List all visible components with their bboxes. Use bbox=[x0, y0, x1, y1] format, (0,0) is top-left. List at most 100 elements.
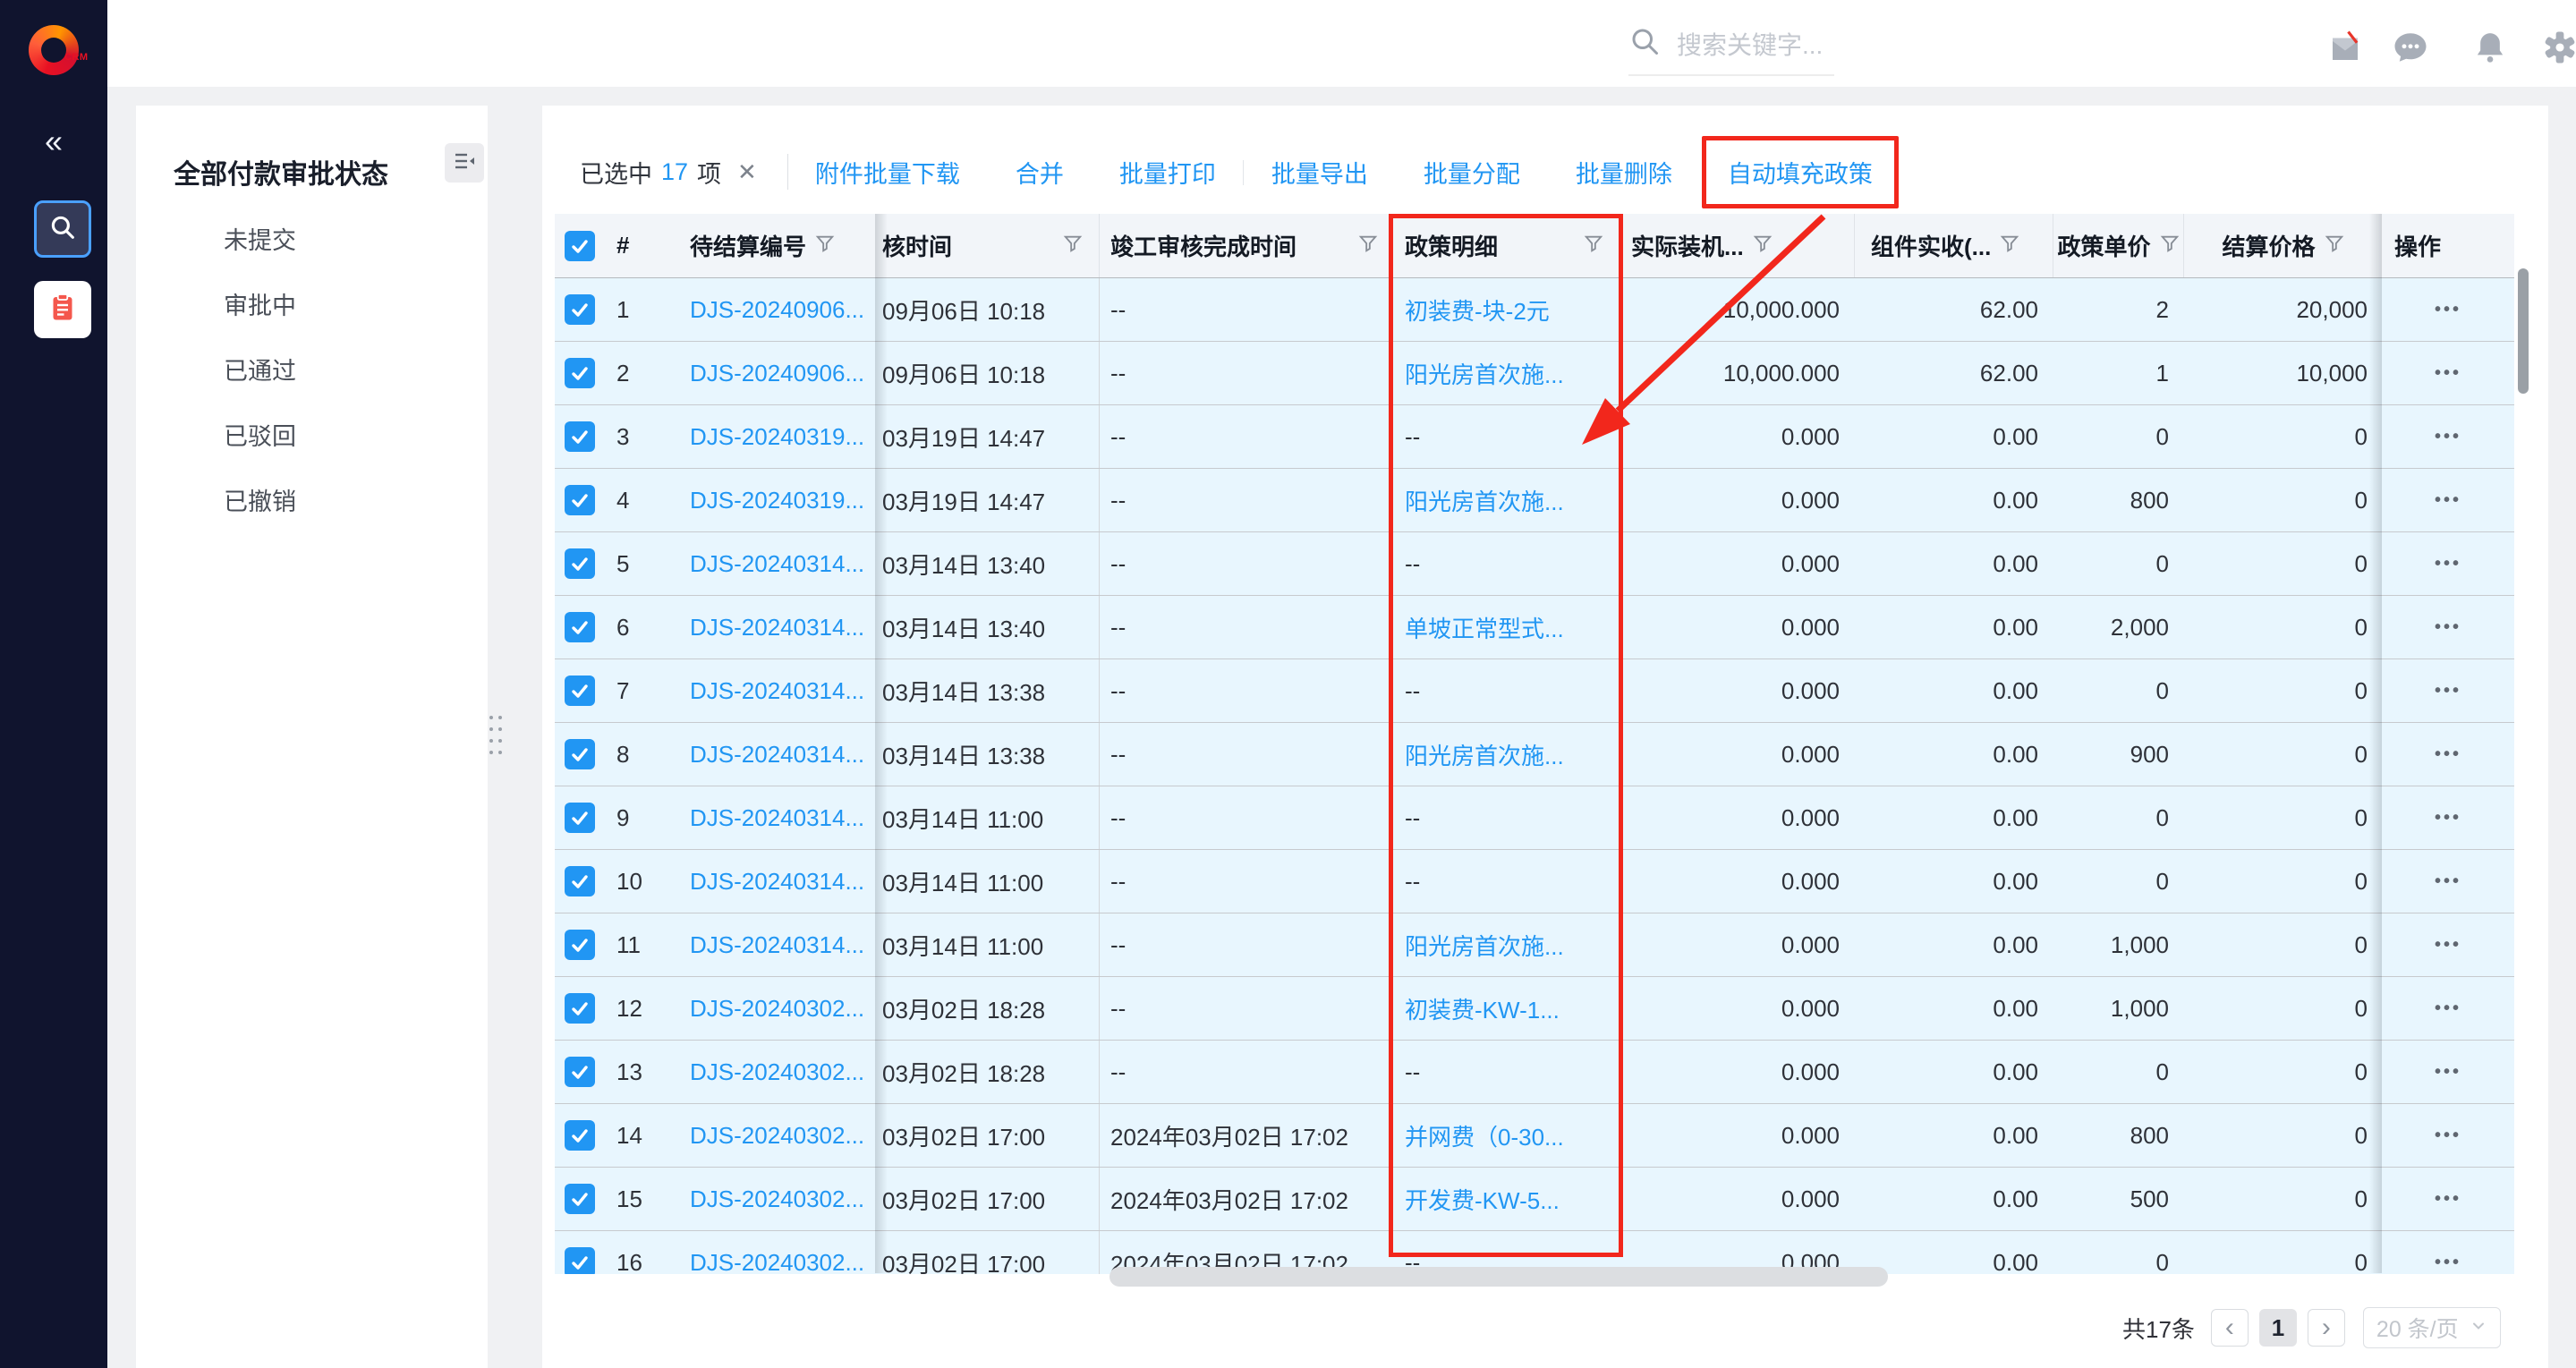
row-actions-button[interactable]: ••• bbox=[2435, 681, 2461, 701]
row-actions-button[interactable]: ••• bbox=[2435, 300, 2461, 320]
filter-icon[interactable] bbox=[2000, 232, 2019, 259]
filter-icon[interactable] bbox=[2160, 232, 2180, 259]
row-actions-button[interactable]: ••• bbox=[2435, 1253, 2461, 1273]
page-size-select[interactable]: 20 条/页 bbox=[2363, 1307, 2501, 1348]
row-actions-button[interactable]: ••• bbox=[2435, 490, 2461, 511]
row-checkbox[interactable] bbox=[565, 1247, 595, 1274]
messages-icon[interactable] bbox=[2390, 27, 2431, 68]
row-checkbox[interactable] bbox=[565, 294, 595, 325]
filter-icon[interactable] bbox=[1358, 232, 1378, 259]
header-module-received[interactable]: 组件实收(... bbox=[1854, 214, 2053, 277]
header-policy-unit-price[interactable]: 政策单价 bbox=[2053, 214, 2183, 277]
settlement-no-link[interactable]: DJS-20240302... bbox=[690, 1122, 864, 1150]
row-actions-button[interactable]: ••• bbox=[2435, 808, 2461, 828]
toolbar-action-button[interactable]: 批量打印 bbox=[1119, 155, 1216, 190]
policy-detail-link[interactable]: 单坡正常型式... bbox=[1405, 611, 1564, 644]
settlement-no-link[interactable]: DJS-20240314... bbox=[690, 614, 864, 642]
settlement-no-link[interactable]: DJS-20240319... bbox=[690, 423, 864, 451]
toolbar-action-button[interactable]: 批量导出 bbox=[1271, 155, 1368, 190]
prev-page-button[interactable]: ‹ bbox=[2211, 1309, 2249, 1347]
row-checkbox[interactable] bbox=[565, 930, 595, 960]
brand-logo-icon[interactable] bbox=[29, 25, 79, 75]
filter-icon[interactable] bbox=[1584, 232, 1603, 259]
row-actions-button[interactable]: ••• bbox=[2435, 871, 2461, 892]
row-actions-button[interactable]: ••• bbox=[2435, 554, 2461, 574]
horizontal-scrollbar[interactable] bbox=[1109, 1267, 1888, 1287]
sidebar-item-orders[interactable] bbox=[34, 281, 91, 338]
status-filter-item[interactable]: 已撤销 bbox=[224, 467, 296, 532]
next-page-button[interactable]: › bbox=[2308, 1309, 2345, 1347]
row-checkbox[interactable] bbox=[565, 421, 595, 452]
filter-icon[interactable] bbox=[1753, 232, 1773, 259]
settlement-no-link[interactable]: DJS-20240302... bbox=[690, 995, 864, 1023]
header-audit-time[interactable]: 核时间 bbox=[875, 214, 1099, 277]
row-checkbox[interactable] bbox=[565, 1057, 595, 1087]
panel-collapse-button[interactable] bbox=[445, 143, 484, 183]
row-actions-button[interactable]: ••• bbox=[2435, 998, 2461, 1019]
row-actions-button[interactable]: ••• bbox=[2435, 744, 2461, 765]
row-checkbox[interactable] bbox=[565, 993, 595, 1024]
settings-gear-icon[interactable] bbox=[2539, 27, 2576, 68]
row-actions-button[interactable]: ••• bbox=[2435, 617, 2461, 638]
settlement-no-link[interactable]: DJS-20240314... bbox=[690, 804, 864, 832]
settlement-no-link[interactable]: DJS-20240314... bbox=[690, 931, 864, 959]
status-filter-item[interactable]: 未提交 bbox=[224, 206, 296, 271]
row-actions-button[interactable]: ••• bbox=[2435, 1062, 2461, 1083]
panel-resize-handle[interactable] bbox=[488, 711, 504, 758]
policy-detail-link[interactable]: 阳光房首次施... bbox=[1405, 738, 1564, 771]
row-checkbox[interactable] bbox=[565, 739, 595, 769]
settlement-no-link[interactable]: DJS-20240314... bbox=[690, 741, 864, 769]
row-checkbox[interactable] bbox=[565, 485, 595, 515]
filter-icon[interactable] bbox=[815, 232, 835, 259]
feedback-mail-icon[interactable] bbox=[2325, 27, 2366, 68]
settlement-no-link[interactable]: DJS-20240314... bbox=[690, 677, 864, 705]
settlement-no-link[interactable]: DJS-20240302... bbox=[690, 1185, 864, 1213]
policy-detail-link[interactable]: 并网费（0-30... bbox=[1405, 1119, 1564, 1152]
toolbar-action-button[interactable]: 自动填充政策 bbox=[1702, 136, 1899, 208]
policy-detail-link[interactable]: 初装费-块-2元 bbox=[1405, 293, 1550, 327]
row-checkbox[interactable] bbox=[565, 358, 595, 388]
row-checkbox[interactable] bbox=[565, 803, 595, 833]
sidebar-item-search[interactable] bbox=[34, 200, 91, 258]
policy-detail-link[interactable]: 初装费-KW-1... bbox=[1405, 992, 1560, 1025]
filter-icon[interactable] bbox=[2325, 232, 2344, 259]
sidebar-collapse-icon[interactable]: « bbox=[0, 125, 107, 157]
status-filter-item[interactable]: 审批中 bbox=[224, 271, 296, 336]
row-checkbox[interactable] bbox=[565, 548, 595, 579]
policy-detail-link[interactable]: 开发费-KW-5... bbox=[1405, 1183, 1560, 1216]
row-checkbox[interactable] bbox=[565, 1184, 595, 1214]
row-checkbox[interactable] bbox=[565, 612, 595, 642]
policy-detail-link[interactable]: 阳光房首次施... bbox=[1405, 929, 1564, 962]
header-policy-detail[interactable]: 政策明细 bbox=[1394, 214, 1620, 277]
vertical-scrollbar[interactable] bbox=[2518, 268, 2529, 394]
row-checkbox[interactable] bbox=[565, 676, 595, 706]
status-filter-item[interactable]: 已通过 bbox=[224, 336, 296, 402]
row-actions-button[interactable]: ••• bbox=[2435, 1126, 2461, 1146]
current-page-button[interactable]: 1 bbox=[2259, 1309, 2297, 1347]
clear-selection-icon[interactable]: ✕ bbox=[737, 158, 757, 186]
row-actions-button[interactable]: ••• bbox=[2435, 1189, 2461, 1210]
settlement-no-link[interactable]: DJS-20240302... bbox=[690, 1249, 864, 1275]
toolbar-action-button[interactable]: 附件批量下载 bbox=[815, 155, 960, 190]
header-completion-time[interactable]: 竣工审核完成时间 bbox=[1099, 214, 1394, 277]
header-settlement-price[interactable]: 结算价格 bbox=[2183, 214, 2382, 277]
status-filter-item[interactable]: 已驳回 bbox=[224, 402, 296, 467]
settlement-no-link[interactable]: DJS-20240302... bbox=[690, 1058, 864, 1086]
policy-detail-link[interactable]: 阳光房首次施... bbox=[1405, 484, 1564, 517]
row-actions-button[interactable]: ••• bbox=[2435, 935, 2461, 956]
settlement-no-link[interactable]: DJS-20240314... bbox=[690, 550, 864, 578]
settlement-no-link[interactable]: DJS-20240906... bbox=[690, 360, 864, 387]
row-checkbox[interactable] bbox=[565, 866, 595, 896]
toolbar-action-button[interactable]: 批量分配 bbox=[1424, 155, 1520, 190]
select-all-checkbox[interactable] bbox=[565, 231, 595, 261]
settlement-no-link[interactable]: DJS-20240319... bbox=[690, 487, 864, 514]
header-settlement-no[interactable]: 待结算编号 bbox=[684, 214, 875, 277]
row-actions-button[interactable]: ••• bbox=[2435, 363, 2461, 384]
toolbar-action-button[interactable]: 合并 bbox=[1016, 155, 1064, 190]
notifications-bell-icon[interactable] bbox=[2470, 27, 2511, 68]
row-checkbox[interactable] bbox=[565, 1120, 595, 1151]
policy-detail-link[interactable]: 阳光房首次施... bbox=[1405, 357, 1564, 390]
settlement-no-link[interactable]: DJS-20240314... bbox=[690, 868, 864, 896]
filter-icon[interactable] bbox=[1063, 232, 1083, 259]
toolbar-action-button[interactable]: 批量删除 bbox=[1576, 155, 1672, 190]
